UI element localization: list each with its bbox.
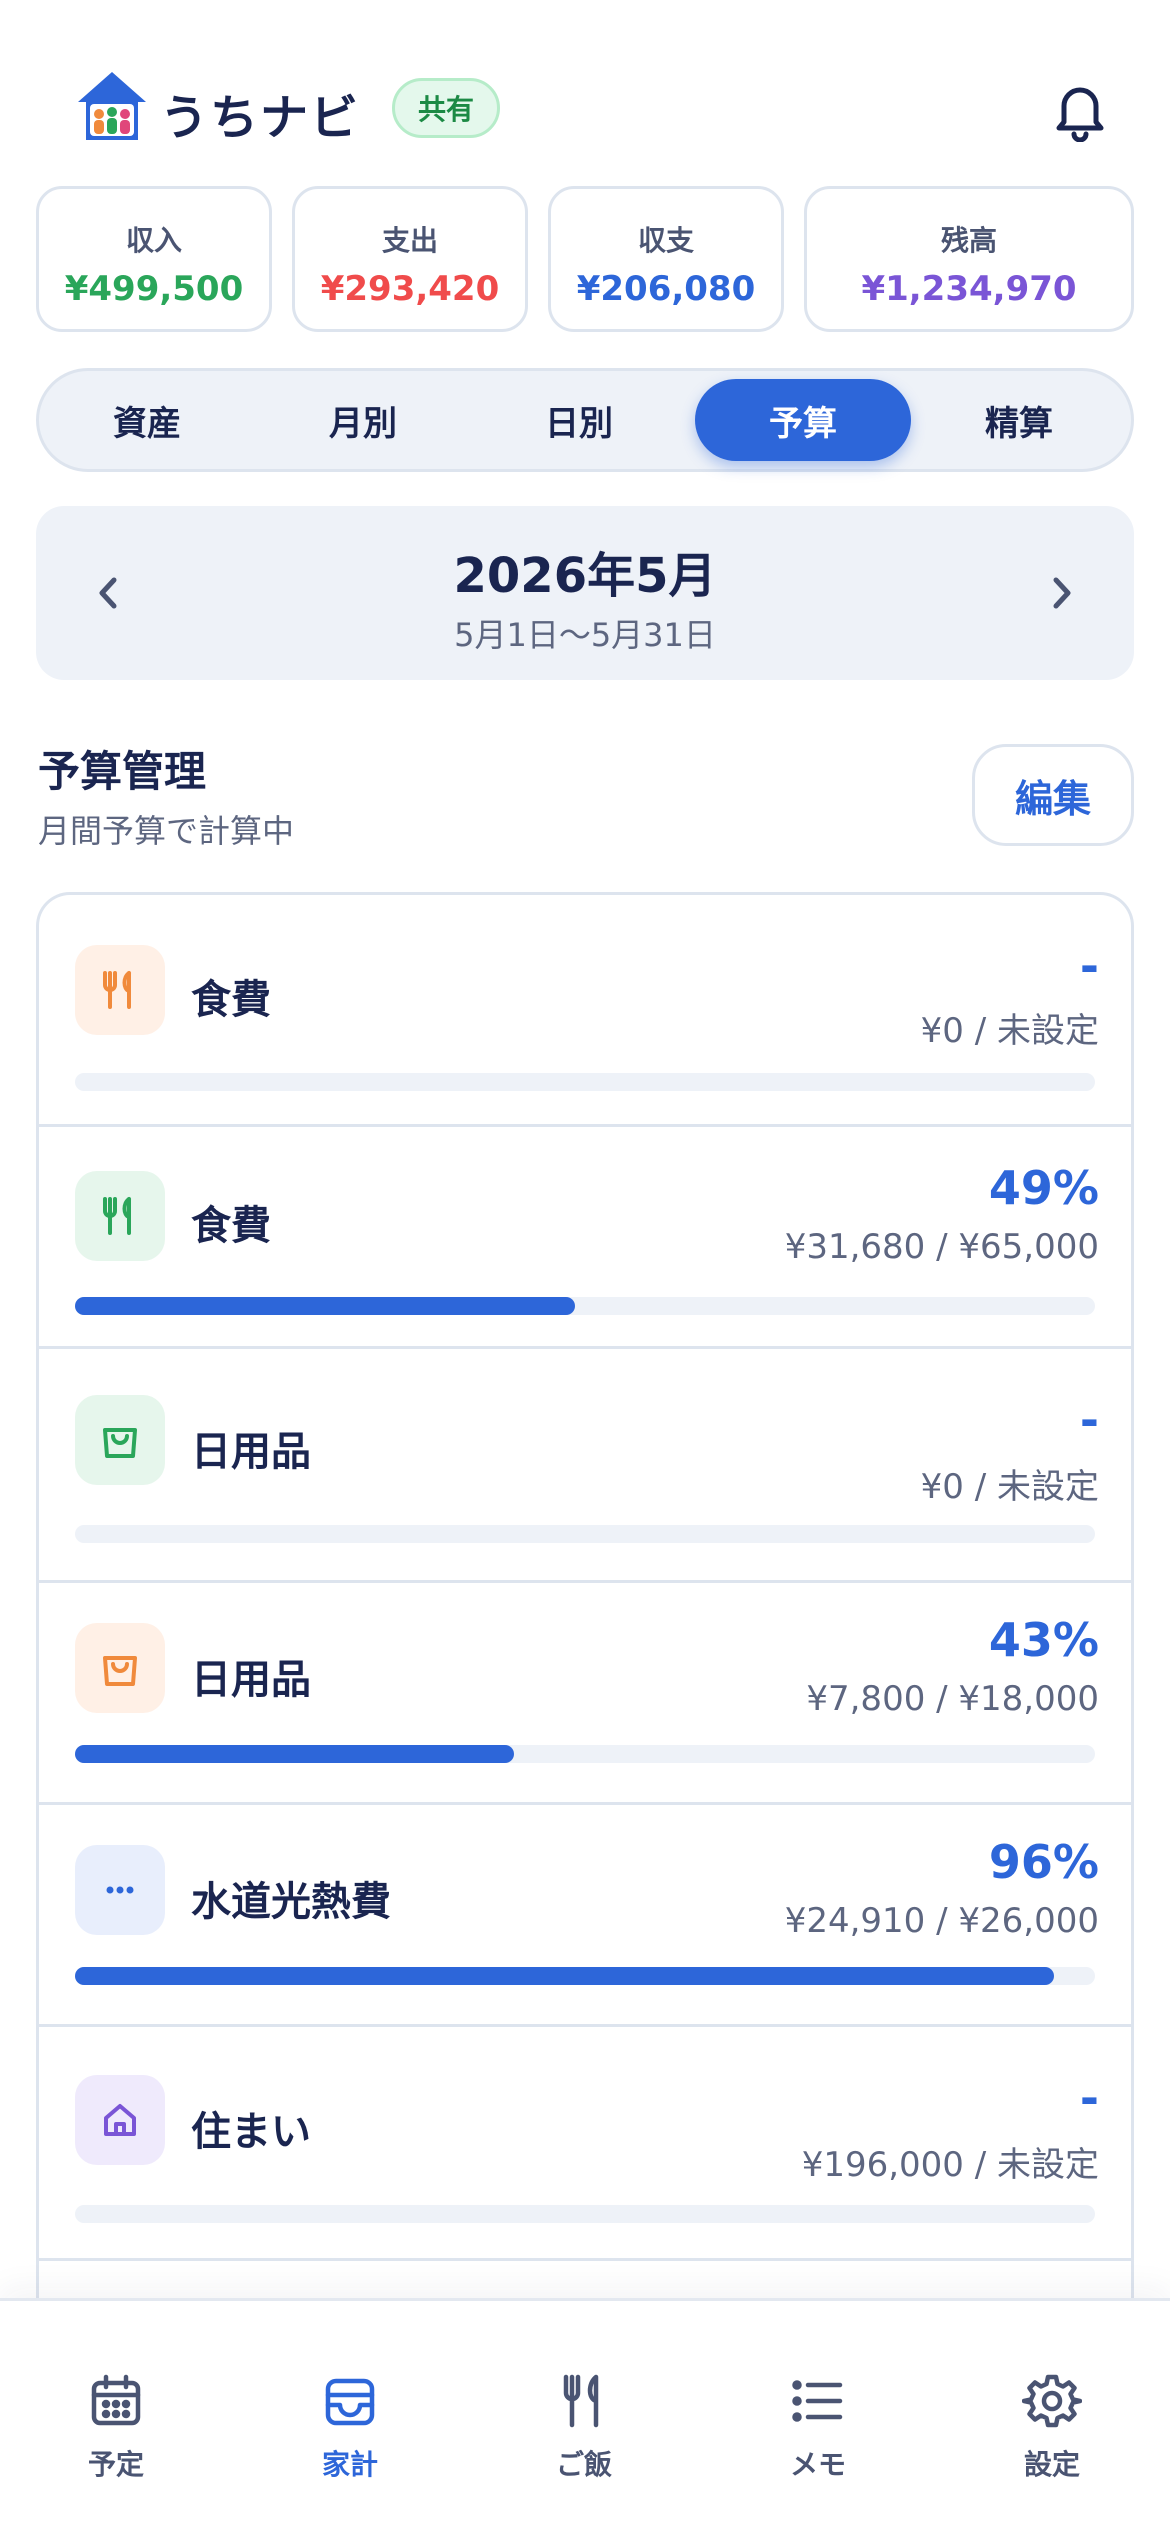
nav-label: 予定 xyxy=(87,2448,144,2481)
nav-item-settings[interactable]: 設定 xyxy=(962,2371,1142,2491)
budget-amount: ¥24,910 / ¥26,000 xyxy=(784,1901,1099,1941)
progress-bar xyxy=(75,1297,1095,1315)
budget-item[interactable]: 住まい - ¥196,000 / 未設定 xyxy=(39,2027,1131,2261)
category-name: 食費 xyxy=(191,1203,271,1249)
home-icon xyxy=(75,2075,165,2165)
chevron-right-icon[interactable] xyxy=(1036,568,1086,618)
progress-fill xyxy=(75,1745,514,1763)
month-title: 2026年5月 xyxy=(453,548,717,604)
summary-card-income: 収入 ¥499,500 xyxy=(36,186,272,332)
budget-amount: ¥0 / 未設定 xyxy=(920,1011,1099,1051)
budget-amount: ¥31,680 / ¥65,000 xyxy=(784,1227,1099,1267)
summary-value: ¥1,234,970 xyxy=(861,269,1077,309)
summary-label: 残高 xyxy=(940,224,997,257)
calendar-icon xyxy=(91,2374,141,2426)
nav-label: 家計 xyxy=(321,2448,378,2481)
budget-amount: ¥7,800 / ¥18,000 xyxy=(806,1679,1099,1719)
more-dots-icon xyxy=(75,1845,165,1935)
shopping-bag-icon xyxy=(75,1623,165,1713)
fork-knife-icon xyxy=(75,945,165,1035)
summary-label: 収入 xyxy=(125,224,182,257)
summary-value: ¥499,500 xyxy=(64,269,244,309)
nav-label: ご飯 xyxy=(555,2448,612,2481)
house-logo-icon xyxy=(78,72,146,140)
progress-fill xyxy=(75,1967,1055,1985)
budget-amount: ¥0 / 未設定 xyxy=(920,1467,1099,1507)
budget-item[interactable]: 日用品 43% ¥7,800 / ¥18,000 xyxy=(39,1583,1131,1805)
progress-bar xyxy=(75,2205,1095,2223)
tab-assets[interactable]: 資産 xyxy=(39,379,255,461)
budget-item[interactable]: 食費 49% ¥31,680 / ¥65,000 xyxy=(39,1127,1131,1349)
summary-card-total: 残高 ¥1,234,970 xyxy=(804,186,1134,332)
budget-amount: ¥196,000 / 未設定 xyxy=(801,2145,1099,2185)
summary-card-expense: 支出 ¥293,420 xyxy=(292,186,528,332)
summary-label: 収支 xyxy=(637,224,694,257)
bottom-nav: 予定 家計 ご飯 メモ 設定 xyxy=(0,2298,1170,2532)
progress-bar xyxy=(75,1073,1095,1091)
category-name: 日用品 xyxy=(191,1429,311,1475)
summary-card-balance: 収支 ¥206,080 xyxy=(548,186,784,332)
nav-item-household[interactable]: 家計 xyxy=(260,2371,440,2491)
category-name: 食費 xyxy=(191,977,271,1023)
summary-value: ¥206,080 xyxy=(576,269,756,309)
budget-item[interactable]: 水道光熱費 96% ¥24,910 / ¥26,000 xyxy=(39,1805,1131,2027)
budget-percent: 96% xyxy=(988,1835,1099,1889)
progress-fill xyxy=(75,1297,575,1315)
tab-daily[interactable]: 日別 xyxy=(471,379,687,461)
wallet-icon xyxy=(325,2378,375,2426)
share-badge[interactable]: 共有 xyxy=(392,78,500,138)
nav-item-schedule[interactable]: 予定 xyxy=(26,2371,206,2491)
summary-label: 支出 xyxy=(381,224,438,257)
nav-item-meals[interactable]: ご飯 xyxy=(494,2371,674,2491)
budget-item[interactable]: 日用品 - ¥0 / 未設定 xyxy=(39,1349,1131,1583)
budget-item[interactable]: 食費 - ¥0 / 未設定 xyxy=(39,895,1131,1127)
fork-knife-icon xyxy=(75,1171,165,1261)
list-icon xyxy=(792,2380,843,2422)
app-name: うちナビ xyxy=(160,90,361,146)
progress-bar xyxy=(75,1745,1095,1763)
category-name: 住まい xyxy=(191,2109,311,2155)
bell-icon[interactable] xyxy=(1048,78,1112,142)
gear-icon xyxy=(1022,2374,1082,2428)
budget-percent: - xyxy=(1079,1393,1099,1447)
summary-value: ¥293,420 xyxy=(320,269,500,309)
nav-item-memo[interactable]: メモ xyxy=(728,2371,908,2491)
nav-label: 設定 xyxy=(1023,2448,1080,2481)
budget-percent: 43% xyxy=(988,1613,1099,1667)
budget-percent: - xyxy=(1079,939,1099,993)
progress-bar xyxy=(75,1967,1095,1985)
budget-percent: 49% xyxy=(988,1161,1099,1215)
month-navigator: 2026年5月 5月1日〜5月31日 xyxy=(36,506,1134,680)
app-header: うちナビ 共有 xyxy=(0,0,1170,180)
month-range: 5月1日〜5月31日 xyxy=(454,616,716,654)
tab-settlement[interactable]: 精算 xyxy=(911,379,1127,461)
category-name: 水道光熱費 xyxy=(191,1879,391,1925)
progress-bar xyxy=(75,1525,1095,1543)
tab-budget[interactable]: 予算 xyxy=(695,379,911,461)
tab-monthly[interactable]: 月別 xyxy=(255,379,471,461)
shopping-bag-icon xyxy=(75,1395,165,1485)
fork-knife-icon xyxy=(563,2374,599,2428)
budget-subtitle: 月間予算で計算中 xyxy=(38,812,295,850)
nav-label: メモ xyxy=(789,2448,846,2481)
edit-button[interactable]: 編集 xyxy=(972,744,1134,846)
budget-list: 食費 - ¥0 / 未設定 食費 49% ¥31,680 / ¥65,000 日… xyxy=(36,892,1134,2312)
budget-title: 予算管理 xyxy=(38,747,207,796)
category-name: 日用品 xyxy=(191,1657,311,1703)
view-tabs: 資産 月別 日別 予算 精算 xyxy=(36,368,1134,472)
budget-percent: - xyxy=(1079,2071,1099,2125)
